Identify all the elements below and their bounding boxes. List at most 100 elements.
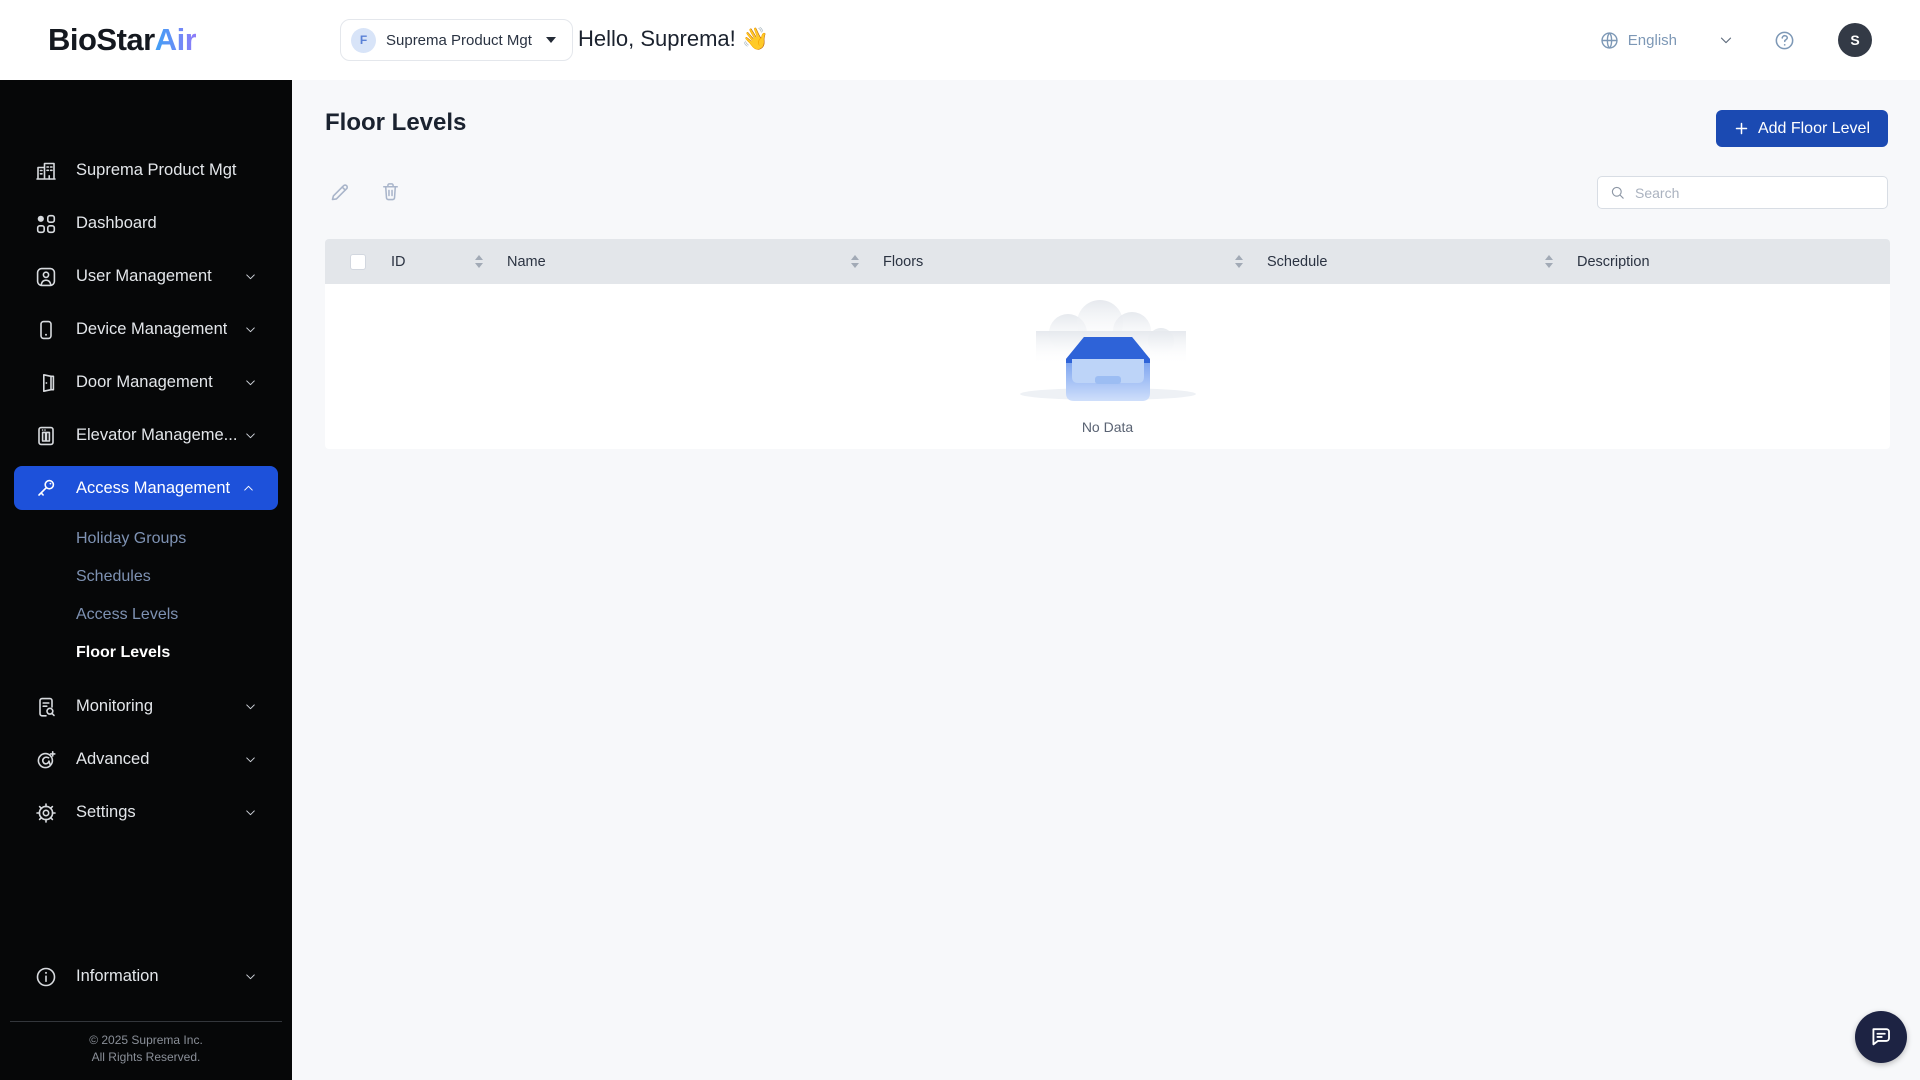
pencil-icon <box>331 184 348 201</box>
sidebar-item-label: User Management <box>76 267 212 285</box>
chevron-down-icon <box>243 428 258 443</box>
globe-icon <box>1601 31 1618 49</box>
sidebar-item-label: Monitoring <box>76 697 154 715</box>
column-label: Description <box>1577 253 1650 270</box>
sidebar-item-label: Dashboard <box>76 214 157 232</box>
sort-icon[interactable] <box>1235 255 1243 268</box>
access-management-submenu: Holiday Groups Schedules Access Levels F… <box>0 515 292 680</box>
greeting-text: Hello, Suprema! 👋 <box>578 26 770 51</box>
door-icon <box>43 373 55 392</box>
subitem-label: Schedules <box>76 568 151 585</box>
chevron-up-icon <box>241 481 256 496</box>
search-box <box>1597 176 1888 209</box>
add-floor-level-button[interactable]: Add Floor Level <box>1715 110 1888 147</box>
edit-button[interactable] <box>328 180 352 204</box>
chevron-down-icon <box>243 699 258 714</box>
table-header-checkbox-cell <box>325 253 391 270</box>
sidebar-nav: Suprema Product Mgt Dashboard User Manag… <box>0 80 292 1080</box>
delete-button[interactable] <box>379 180 402 203</box>
help-icon[interactable] <box>1773 29 1796 52</box>
sort-icon[interactable] <box>475 255 483 268</box>
caret-down-icon <box>545 37 556 43</box>
subitem-label: Access Levels <box>76 606 179 623</box>
chevron-down-icon <box>243 269 258 284</box>
copyright-line2: All Rights Reserved. <box>91 1050 201 1064</box>
dashboard-icon <box>36 214 56 233</box>
search-icon <box>1609 184 1626 201</box>
workspace-label: Suprema Product Mgt <box>386 31 532 49</box>
chevron-down-icon <box>243 322 258 337</box>
sidebar-item-suprema-product-mgt[interactable]: Suprema Product Mgt <box>0 144 292 197</box>
sidebar-subitem-floor-levels[interactable]: Floor Levels <box>0 634 292 672</box>
building-icon <box>36 162 56 180</box>
sidebar-item-label: Suprema Product Mgt <box>76 161 237 179</box>
table-header-floors[interactable]: Floors <box>883 254 1267 270</box>
column-label: ID <box>391 253 406 270</box>
floor-levels-table: ID Name Floors Schedule Description No D… <box>325 239 1890 449</box>
app-logo: BioStarAir <box>48 22 197 58</box>
subitem-label: Floor Levels <box>76 644 171 661</box>
language-selector[interactable]: English <box>1599 30 1677 51</box>
add-floor-level-label: Add Floor Level <box>1757 119 1870 137</box>
header-actions: English S <box>1599 0 1872 80</box>
table-body-empty-state: No Data <box>325 284 1890 449</box>
workspace-selector[interactable]: F Suprema Product Mgt <box>340 19 573 61</box>
search-input[interactable] <box>1635 184 1877 201</box>
copyright-line1: © 2025 Suprema Inc. <box>89 1033 203 1047</box>
sidebar-subitem-access-levels[interactable]: Access Levels <box>0 596 292 634</box>
chevron-down-icon <box>243 375 258 390</box>
top-header: BioStarAir F Suprema Product Mgt Hello, … <box>0 0 1920 80</box>
sidebar-item-label: Device Management <box>76 320 228 338</box>
table-header-description: Description <box>1577 254 1890 270</box>
table-header-row: ID Name Floors Schedule Description <box>325 239 1890 284</box>
user-avatar[interactable]: S <box>1838 23 1872 57</box>
chevron-down-icon <box>243 752 258 767</box>
column-label: Name <box>507 253 546 270</box>
sort-icon[interactable] <box>851 255 859 268</box>
sidebar-item-access-management[interactable]: Access Management <box>14 466 278 510</box>
main-content: Floor Levels Add Floor Level ID Name <box>292 80 1920 1080</box>
sidebar-item-label: Advanced <box>76 750 150 768</box>
sidebar-item-elevator-management[interactable]: Elevator Manageme... <box>0 409 292 462</box>
sidebar-item-dashboard[interactable]: Dashboard <box>0 197 292 250</box>
table-header-id[interactable]: ID <box>391 254 507 270</box>
plus-icon <box>1734 121 1749 136</box>
sidebar-item-label: Elevator Manageme... <box>76 426 238 444</box>
user-card-icon <box>36 267 56 286</box>
sidebar-subitem-holiday-groups[interactable]: Holiday Groups <box>0 520 292 558</box>
sidebar-item-information[interactable]: Information <box>0 950 292 1003</box>
sort-icon[interactable] <box>1545 255 1553 268</box>
table-header-name[interactable]: Name <box>507 254 883 270</box>
page-title: Floor Levels <box>325 109 467 136</box>
chat-icon <box>1872 1028 1890 1046</box>
sidebar-item-advanced[interactable]: Advanced <box>0 733 292 786</box>
logo-text-accent: Air <box>154 22 197 57</box>
sidebar-item-user-management[interactable]: User Management <box>0 250 292 303</box>
sidebar-item-label: Settings <box>76 803 136 821</box>
avatar-initial: S <box>1850 32 1860 48</box>
chat-fab-button[interactable] <box>1855 1011 1907 1063</box>
chevron-down-icon[interactable] <box>1717 31 1735 49</box>
workspace-badge: F <box>351 27 376 53</box>
copyright: © 2025 Suprema Inc. All Rights Reserved. <box>0 1022 292 1080</box>
logo-text-primary: BioStar <box>48 22 155 57</box>
table-header-schedule[interactable]: Schedule <box>1267 254 1577 270</box>
empty-box-illustration <box>1019 299 1196 401</box>
sidebar-menu: Suprema Product Mgt Dashboard User Manag… <box>0 80 292 839</box>
subitem-label: Holiday Groups <box>76 530 187 547</box>
sidebar-item-device-management[interactable]: Device Management <box>0 303 292 356</box>
device-icon <box>40 320 52 339</box>
sidebar-item-door-management[interactable]: Door Management <box>0 356 292 409</box>
gear-icon <box>36 802 56 823</box>
language-label: English <box>1627 31 1677 49</box>
sidebar-item-monitoring[interactable]: Monitoring <box>0 680 292 733</box>
advanced-icon <box>37 750 56 768</box>
column-label: Floors <box>883 253 924 270</box>
sidebar-subitem-schedules[interactable]: Schedules <box>0 558 292 596</box>
sidebar-item-label: Access Management <box>76 478 231 497</box>
select-all-checkbox[interactable] <box>350 253 366 270</box>
elevator-icon <box>38 426 54 445</box>
chevron-down-icon <box>243 969 258 984</box>
sidebar-item-settings[interactable]: Settings <box>0 786 292 839</box>
